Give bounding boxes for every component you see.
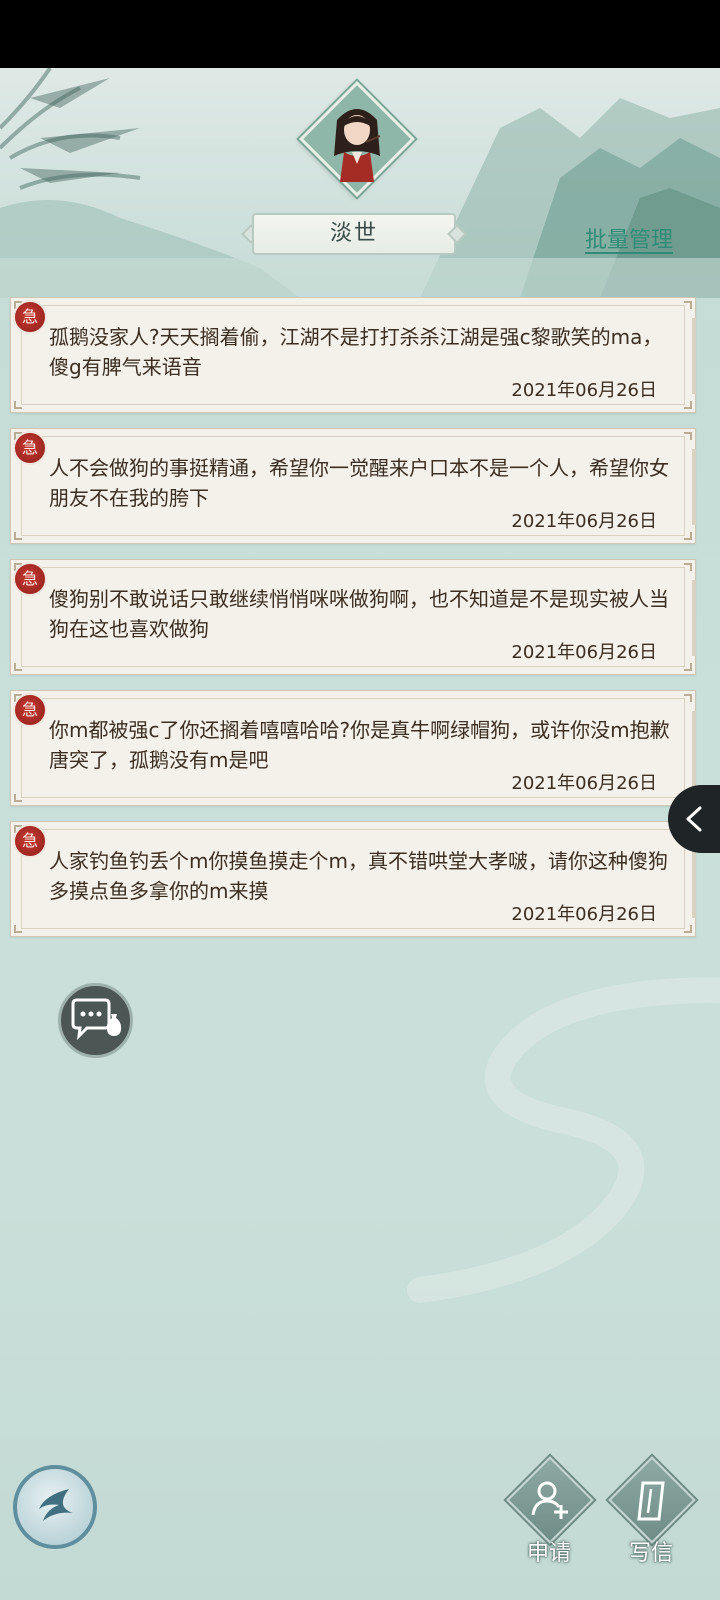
write-letter-button[interactable]: 写信 [604, 1456, 698, 1573]
status-bar [0, 0, 720, 68]
card-edge [692, 842, 696, 918]
friend-name: 淡世 [329, 221, 378, 246]
message-card[interactable]: 急 人不会做狗的事挺精通，希望你一觉醒来户口本不是一个人，希望你女朋友不在我的胯… [10, 428, 696, 544]
message-text: 人家钓鱼钓丢个m你摸鱼摸走个m，真不错哄堂大孝啵，请你这种傻狗多摸点鱼多拿你的m… [49, 849, 668, 903]
friend-avatar[interactable] [282, 81, 432, 214]
chat-button[interactable] [58, 983, 133, 1058]
message-date: 2021年06月26日 [511, 380, 657, 401]
card-corner [14, 401, 22, 409]
card-corner [684, 563, 692, 571]
apply-label: 申请 [526, 1541, 571, 1566]
avatar-portrait-icon [334, 109, 381, 182]
message-date: 2021年06月26日 [511, 642, 657, 663]
card-corner [684, 301, 692, 309]
urgent-seal-icon: 急 [13, 824, 47, 858]
apply-button[interactable]: 申请 [502, 1456, 596, 1573]
urgent-seal-icon: 急 [13, 300, 47, 334]
card-corner [684, 925, 692, 933]
decorative-swirl [407, 977, 720, 1303]
card-edge [692, 318, 696, 394]
friend-name-plate: 淡世 [240, 213, 468, 255]
add-person-icon [531, 1481, 568, 1519]
chevron-left-icon [686, 806, 702, 832]
message-list: 急 孤鹅没家人?天天搁着偷，江湖不是打打杀杀江湖是强c黎歌笑的ma，傻g有脾气来… [10, 297, 696, 952]
urgent-seal-icon: 急 [13, 431, 47, 465]
card-edge [692, 711, 696, 787]
urgent-seal-icon: 急 [13, 562, 47, 596]
card-corner [684, 432, 692, 440]
message-text: 傻狗别不敢说话只敢继续悄悄咪咪做狗啊，也不知道是不是现实被人当狗在这也喜欢做狗 [49, 587, 669, 641]
chat-bubble-icon [71, 998, 122, 1041]
card-corner [684, 401, 692, 409]
back-button[interactable] [13, 1465, 97, 1549]
card-corner [684, 694, 692, 702]
message-card[interactable]: 急 傻狗别不敢说话只敢继续悄悄咪咪做狗啊，也不知道是不是现实被人当狗在这也喜欢做… [10, 559, 696, 675]
message-text: 人不会做狗的事挺精通，希望你一觉醒来户口本不是一个人，希望你女朋友不在我的胯下 [49, 456, 669, 510]
message-text: 你m都被强c了你还搁着嘻嘻哈哈?你是真牛啊绿帽狗，或许你没m抱歉唐突了，孤鹅没有… [49, 718, 670, 772]
message-date: 2021年06月26日 [511, 904, 657, 925]
message-text: 孤鹅没家人?天天搁着偷，江湖不是打打杀杀江湖是强c黎歌笑的ma，傻g有脾气来语音 [49, 325, 663, 379]
card-corner [14, 925, 22, 933]
message-card[interactable]: 急 你m都被强c了你还搁着嘻嘻哈哈?你是真牛啊绿帽狗，或许你没m抱歉唐突了，孤鹅… [10, 690, 696, 806]
card-edge [692, 449, 696, 525]
letter-icon [637, 1481, 665, 1521]
batch-manage-link[interactable]: 批量管理 [585, 222, 673, 254]
message-card[interactable]: 急 人家钓鱼钓丢个m你摸鱼摸走个m，真不错哄堂大孝啵，请你这种傻狗多摸点鱼多拿你… [10, 821, 696, 937]
card-corner [14, 532, 22, 540]
back-arrow-icon [39, 1489, 73, 1521]
card-corner [684, 663, 692, 671]
message-date: 2021年06月26日 [511, 511, 657, 532]
write-label: 写信 [628, 1541, 673, 1566]
card-corner [14, 663, 22, 671]
card-corner [14, 794, 22, 802]
message-date: 2021年06月26日 [511, 773, 657, 794]
message-card[interactable]: 急 孤鹅没家人?天天搁着偷，江湖不是打打杀杀江湖是强c黎歌笑的ma，傻g有脾气来… [10, 297, 696, 413]
card-edge [692, 580, 696, 656]
card-corner [684, 532, 692, 540]
urgent-seal-icon: 急 [13, 693, 47, 727]
